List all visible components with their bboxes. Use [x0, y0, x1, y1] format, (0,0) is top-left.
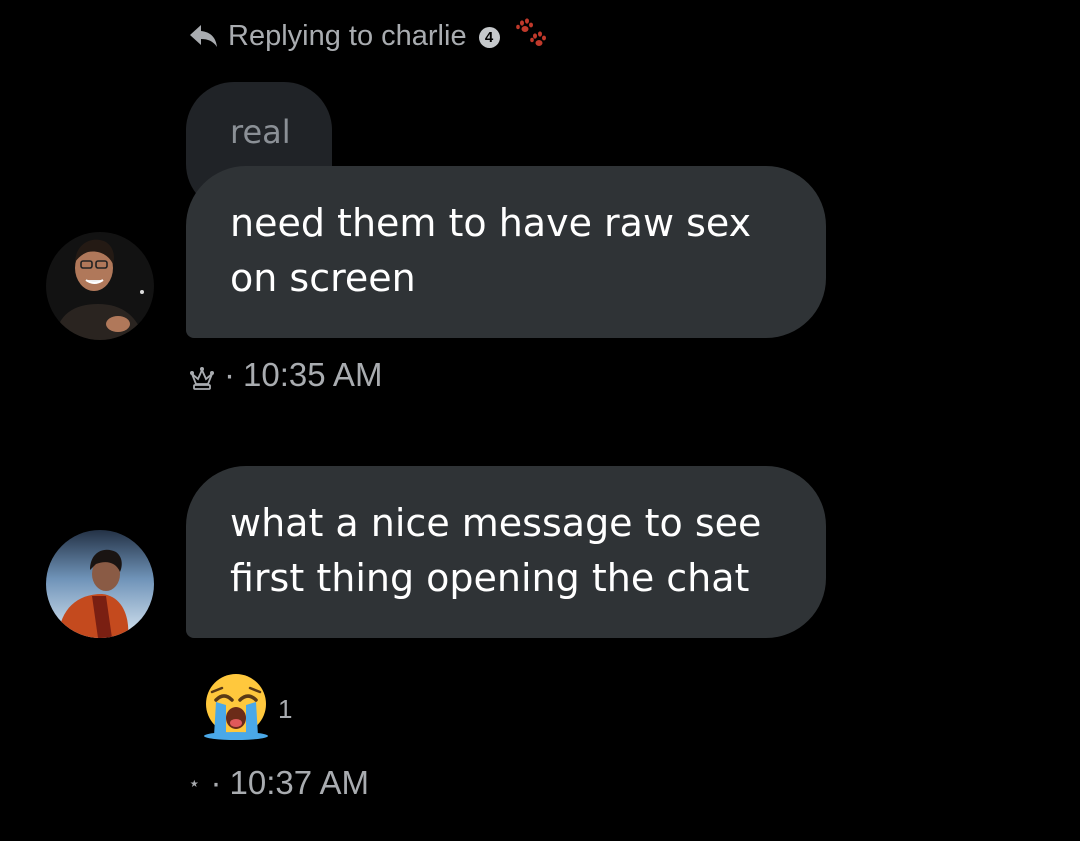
paw-prints-icon [514, 17, 548, 51]
reaction-pill[interactable]: 1 [202, 672, 292, 740]
reply-target-text: Replying to charlie [228, 19, 467, 52]
timestamp: 10:35 AM [243, 356, 383, 393]
crown-icon [188, 362, 216, 390]
own-avatar[interactable] [46, 530, 154, 638]
timestamp: 10:37 AM [229, 764, 369, 801]
star-icon: ⋆ [188, 772, 201, 795]
message-meta: · 10:35 AM [188, 356, 382, 394]
separator-dot: · [210, 764, 222, 801]
message-text: need them to have raw sex on screen [230, 201, 752, 300]
quoted-message-text: real [230, 113, 291, 151]
reply-header[interactable]: Replying to charlie 4 [188, 14, 548, 58]
number-badge: 4 [478, 26, 500, 48]
reply-arrow-icon [188, 23, 218, 49]
separator-dot: · [224, 356, 235, 393]
sender-avatar[interactable] [46, 232, 154, 340]
message-text: what a nice message to see first thing o… [230, 501, 762, 600]
loudly-crying-face-icon [202, 672, 270, 740]
reaction-count: 1 [278, 693, 293, 724]
message-meta: ⋆ · 10:37 AM [188, 764, 369, 802]
message-bubble[interactable]: what a nice message to see first thing o… [186, 466, 826, 638]
message-bubble[interactable]: need them to have raw sex on screen [186, 166, 826, 338]
